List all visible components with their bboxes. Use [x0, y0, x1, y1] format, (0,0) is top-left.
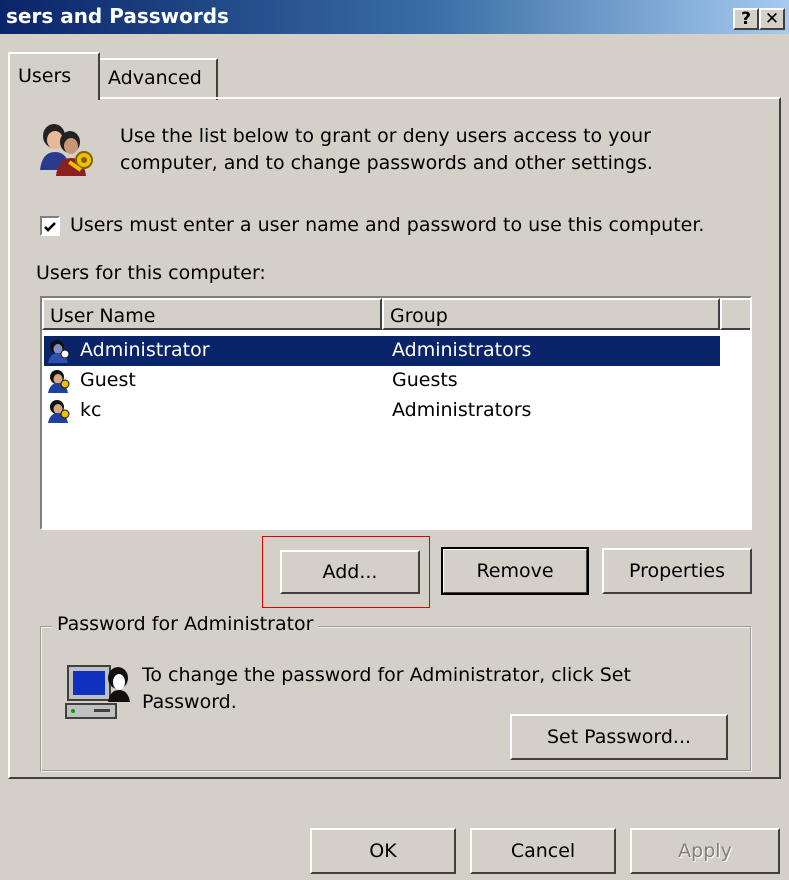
password-instructions: To change the password for Administrator… — [142, 664, 631, 713]
group-cell: Administrators — [392, 339, 532, 361]
title-bar[interactable]: sers and Passwords ? ✕ — [0, 0, 789, 34]
table-row[interactable]: Administrator Administrators — [44, 336, 720, 366]
check-icon — [44, 222, 56, 232]
user-icon — [46, 338, 72, 364]
column-header-group[interactable]: Group — [382, 298, 720, 330]
group-cell: Administrators — [392, 399, 532, 421]
user-icon — [46, 398, 72, 424]
ok-button[interactable]: OK — [310, 828, 456, 874]
table-row[interactable]: kc Administrators — [44, 396, 720, 426]
tab-advanced[interactable]: Advanced — [98, 58, 218, 100]
cancel-button[interactable]: Cancel — [470, 828, 616, 874]
password-groupbox-title: Password for Administrator — [52, 613, 319, 635]
remove-user-button[interactable]: Remove — [441, 547, 589, 595]
user-icon — [46, 368, 72, 394]
properties-button[interactable]: Properties — [602, 548, 752, 594]
table-row[interactable]: Guest Guests — [44, 366, 720, 396]
help-button[interactable]: ? — [733, 8, 759, 30]
require-login-label[interactable]: Users must enter a user name and passwor… — [70, 214, 704, 236]
require-login-checkbox[interactable] — [40, 216, 60, 236]
column-header-filler — [720, 298, 750, 330]
users-list[interactable]: User Name Group Administrator Administra… — [40, 296, 752, 530]
tab-users[interactable]: Users — [8, 52, 100, 100]
set-password-button[interactable]: Set Password... — [510, 714, 728, 760]
users-label: Users for this computer: — [36, 262, 266, 284]
group-cell: Guests — [392, 369, 458, 391]
users-key-icon — [34, 118, 100, 184]
close-icon: ✕ — [764, 9, 780, 29]
computer-user-icon — [64, 662, 132, 726]
user-name-cell: kc — [80, 399, 102, 421]
user-name-cell: Administrator — [80, 339, 210, 361]
apply-button[interactable]: Apply — [630, 828, 780, 874]
close-button[interactable]: ✕ — [759, 8, 785, 30]
window-title: sers and Passwords — [6, 4, 229, 28]
user-name-cell: Guest — [80, 369, 136, 391]
intro-text: Use the list below to grant or deny user… — [120, 125, 653, 174]
column-header-user-name[interactable]: User Name — [42, 298, 382, 330]
annotation-highlight-box — [262, 536, 430, 608]
